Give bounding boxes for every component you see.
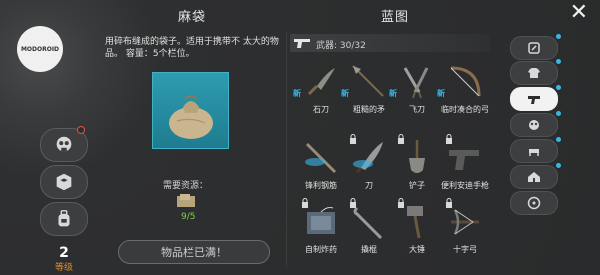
item-title: 麻袋 [178,10,207,25]
inventory-full-button[interactable]: 物品栏已满！ [118,240,270,264]
tab-clothing[interactable] [510,59,561,85]
new-dot [556,137,561,142]
blueprint-shovel[interactable]: 铲子 [393,134,441,196]
notification-dot [77,126,85,134]
crowbar-icon [353,206,383,240]
panel-divider [286,32,287,267]
tab-building[interactable] [510,163,561,189]
blueprint-machete[interactable]: 刀 [345,134,393,196]
sack-icon [169,95,213,139]
clothing-tab-icon [528,68,540,78]
backpack-button[interactable] [40,202,88,236]
level-label: 等级 [55,263,74,273]
vehicle-tab-icon [527,196,541,210]
explosives-icon [307,207,335,234]
rag-resource-icon [177,194,195,207]
new-badge: 新 [389,89,397,98]
stone-knife-icon [307,68,335,96]
tools-tab-icon [528,42,540,54]
required-resources-label: 需要资源： [163,181,209,191]
weapons-tab-icon [528,96,540,104]
gas-mask-button[interactable] [40,126,88,162]
blueprint-title: 蓝图 [381,10,410,25]
lock-icon [398,198,404,208]
blueprint-name: 十字弓 [453,245,477,254]
tab-furniture[interactable] [510,137,561,163]
category-label: 武器: 30/32 [316,41,366,51]
backpack-icon [58,210,70,227]
lock-icon [398,134,404,144]
lock-icon [350,198,356,208]
item-image [152,72,229,149]
new-dot [556,34,561,39]
level-number: 2 [59,245,69,261]
blueprint-sledgehammer[interactable]: 大锤 [393,198,441,260]
machete-icon [353,142,383,174]
blueprint-name: 便利安迪手枪 [441,181,489,190]
blueprint-pistol[interactable]: 便利安迪手枪 [441,134,489,196]
player-level: 2 等级 [55,246,73,273]
new-dot [556,111,561,116]
tab-medical[interactable] [510,111,561,137]
tab-weapons[interactable] [510,85,561,111]
crude-spear-icon [352,65,384,97]
pistol-icon [294,39,310,48]
medical-tab-icon [529,120,539,130]
blueprint-stone-knife[interactable]: 新 石刀 [293,60,345,120]
new-dot [556,163,561,168]
item-description: 用碎布缝成的袋子。适用于携带不 太大的物品。 容量：5个栏位。 [105,37,279,59]
resource-count: 9/5 [181,212,196,222]
tab-tools[interactable] [510,34,561,60]
lock-icon [446,198,452,208]
new-badge: 新 [437,89,445,98]
blueprint-crowbar[interactable]: 撬棍 [345,198,393,260]
blueprint-throwing-knives[interactable]: 新 飞刀 [389,60,441,120]
lock-icon [446,134,452,144]
sharp-rebar-icon [305,142,337,174]
box-icon [56,173,72,191]
new-dot [556,85,561,90]
blueprint-crossbow[interactable]: 十字弓 [441,198,489,260]
sledgehammer-icon [407,206,423,239]
lock-icon [350,134,356,144]
tab-vehicle[interactable] [510,191,558,215]
new-badge: 新 [293,89,301,98]
close-button[interactable]: ✕ [570,2,588,24]
pistol-icon [449,150,479,170]
blueprint-explosives[interactable]: 自制炸药 [297,198,345,260]
crafting-button[interactable] [40,165,88,199]
blueprint-makeshift-bow[interactable]: 新 临时凑合的弓 [437,60,489,120]
throwing-knives-icon [403,67,429,99]
building-tab-icon [528,172,540,182]
lock-icon [302,198,308,208]
makeshift-bow-icon [450,66,481,97]
new-dot [556,59,561,64]
furniture-tab-icon [529,149,539,156]
new-badge: 新 [341,89,349,98]
blueprint-sharp-rebar[interactable]: 锋利钢筋 [297,136,345,196]
gas-mask-icon [56,136,72,152]
blueprint-crude-spear[interactable]: 新 粗糙的矛 [341,60,393,120]
shovel-icon [409,140,425,173]
game-logo: MODOROID [17,26,63,72]
crossbow-icon [451,209,479,235]
blueprint-name: 临时凑合的弓 [441,105,489,114]
